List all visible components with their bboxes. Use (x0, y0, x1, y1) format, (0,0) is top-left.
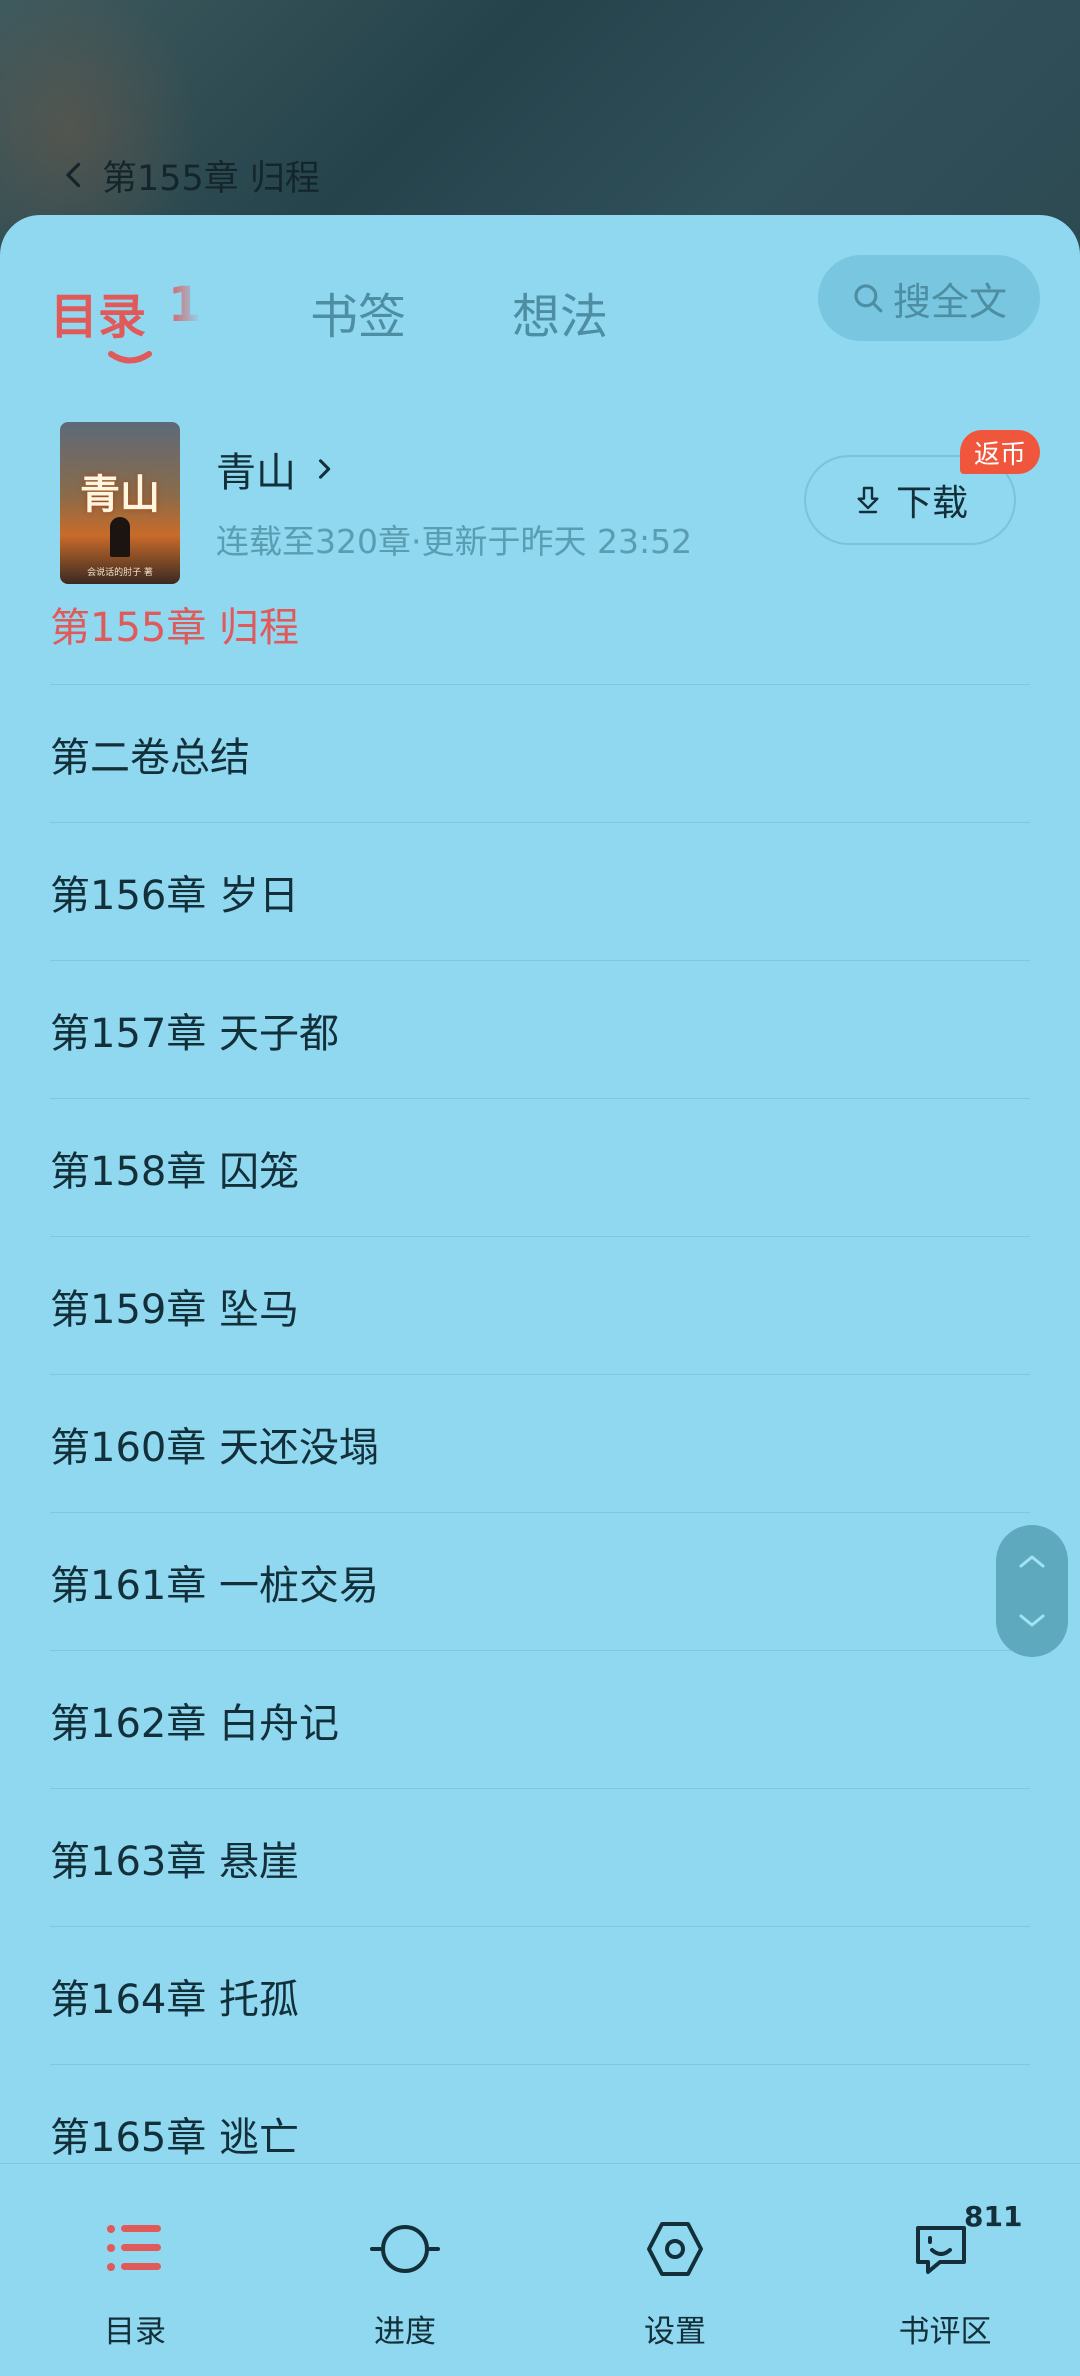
chevron-up-icon (1019, 1555, 1045, 1568)
cover-figure (110, 517, 130, 557)
chapter-item[interactable]: 第158章 囚笼 (50, 1099, 1030, 1237)
search-label: 搜全文 (892, 279, 1007, 324)
chevron-right-icon (318, 459, 331, 479)
chapter-item[interactable]: 第159章 坠马 (50, 1237, 1030, 1375)
chapter-item[interactable]: 第164章 托孤 (50, 1927, 1030, 2065)
tab-catalog-count: 1 (168, 277, 202, 333)
chapter-item[interactable]: 第156章 岁日 (50, 823, 1030, 961)
settings-icon (647, 2222, 703, 2276)
book-cover[interactable]: 青山 会说话的肘子 著 (60, 422, 180, 584)
chapter-item[interactable]: 第161章 一桩交易 (50, 1513, 1030, 1651)
scroll-bottom-button[interactable] (996, 1591, 1068, 1651)
scroll-top-button[interactable] (996, 1531, 1068, 1591)
quick-scroll-control (996, 1525, 1068, 1657)
chapter-item[interactable]: 第157章 天子都 (50, 961, 1030, 1099)
tab-thoughts[interactable]: 想法 (512, 277, 608, 347)
progress-icon (370, 2225, 440, 2273)
chapter-item[interactable]: 第160章 天还没塌 (50, 1375, 1030, 1513)
book-update-meta: 连载至320章·更新于昨天 23:52 (216, 522, 693, 561)
reviews-count-badge: 811 (964, 2200, 1023, 2233)
search-fulltext-button[interactable]: 搜全文 (818, 255, 1040, 341)
tab-catalog[interactable]: 目录 (50, 277, 146, 347)
nav-item-reviews[interactable]: 811 书评区 (810, 2164, 1080, 2376)
reader-chapter-title: 第155章 归程 (102, 158, 320, 199)
nav-label-progress: 进度 (374, 2314, 436, 2350)
reader-chapter-header[interactable]: 第155章 归程 (56, 150, 320, 200)
nav-label-reviews: 书评区 (898, 2314, 992, 2350)
chapter-item[interactable]: 第162章 白舟记 (50, 1651, 1030, 1789)
cover-title: 青山 (80, 471, 160, 518)
cover-author: 会说话的肘子 著 (87, 568, 153, 578)
nav-item-settings[interactable]: 设置 (540, 2164, 810, 2376)
search-icon (854, 284, 883, 313)
nav-item-progress[interactable]: 进度 (270, 2164, 540, 2376)
chapter-item[interactable]: 第二卷总结 (50, 685, 1030, 823)
bottom-nav: 目录 进度 设置 811 书评区 (0, 2163, 1080, 2376)
catalog-sheet: 目录 1 书签 想法 搜全文 青山 会说话的肘子 著 青山 连载至320章·更新… (0, 215, 1080, 2376)
chapter-item[interactable]: 第163章 悬崖 (50, 1789, 1030, 1927)
book-title: 青山 (216, 450, 296, 496)
chevron-left-icon (66, 162, 81, 188)
chapter-list: 第155章 归程 第二卷总结 第156章 岁日 第157章 天子都 第158章 … (50, 585, 1030, 2203)
download-icon (857, 486, 879, 514)
book-title-link[interactable]: 青山 (216, 440, 338, 498)
tab-bar: 目录 1 书签 想法 搜全文 (50, 255, 1040, 365)
chevron-down-icon (1019, 1614, 1045, 1627)
tab-active-indicator (108, 351, 152, 364)
nav-item-catalog[interactable]: 目录 (0, 2164, 270, 2376)
coin-return-badge: 返币 (960, 430, 1041, 474)
nav-label-catalog: 目录 (104, 2314, 166, 2350)
chapter-item-current[interactable]: 第155章 归程 (50, 585, 1030, 685)
tab-bookmarks[interactable]: 书签 (310, 277, 406, 347)
nav-label-settings: 设置 (644, 2314, 706, 2350)
download-label: 下载 (895, 483, 968, 524)
list-icon (107, 2225, 161, 2271)
